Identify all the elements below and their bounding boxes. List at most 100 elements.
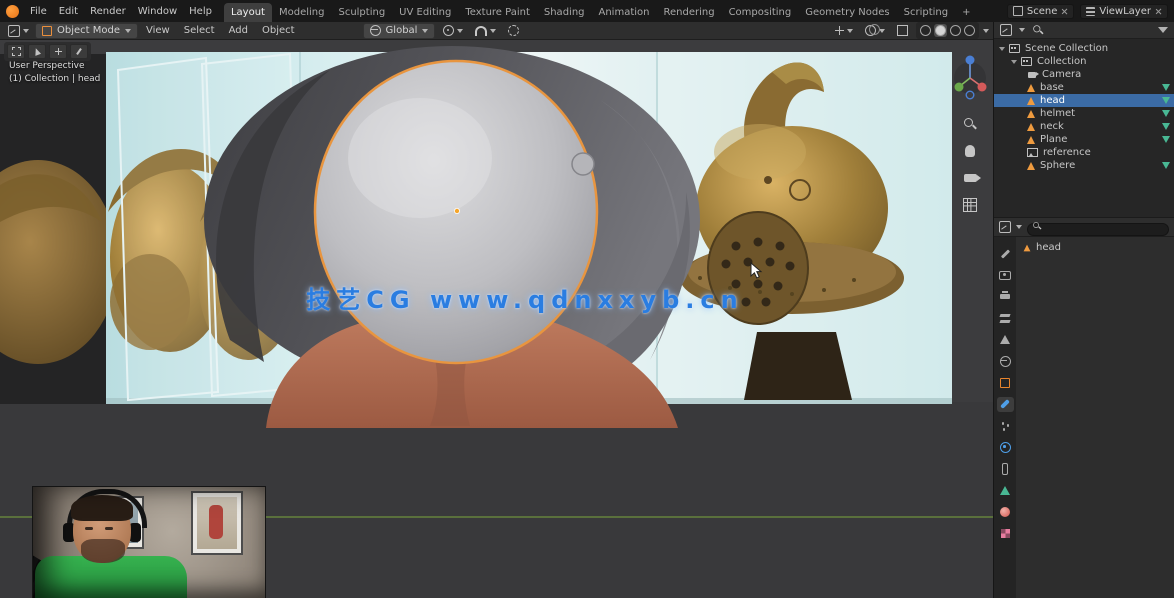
cursor-tool-button[interactable]	[28, 44, 46, 59]
xray-toggle-button[interactable]	[893, 24, 912, 37]
unlink-scene-icon[interactable]	[1061, 8, 1068, 15]
outliner-item-neck[interactable]: neck	[994, 120, 1174, 133]
outliner-item-scene-collection[interactable]: Scene Collection	[994, 42, 1174, 55]
properties-tab-modifiers[interactable]	[997, 397, 1014, 412]
pivot-point-button[interactable]	[439, 24, 467, 37]
outliner-search-icon[interactable]	[1033, 25, 1043, 35]
outliner: Scene Collection Collection Camera base …	[994, 39, 1174, 217]
rendered-shading-icon	[964, 25, 975, 36]
outliner-item-sphere[interactable]: Sphere	[994, 159, 1174, 172]
workspace-tab-scripting[interactable]: Scripting	[897, 3, 955, 22]
move-tool-button[interactable]	[49, 44, 67, 59]
disclosure-arrow-icon[interactable]	[999, 47, 1005, 51]
properties-tab-physics[interactable]	[997, 440, 1014, 455]
viewport-menu-add[interactable]: Add	[223, 23, 254, 38]
add-workspace-button[interactable]: +	[955, 3, 977, 22]
orientation-gizmo[interactable]	[953, 48, 987, 106]
properties-tab-object-data[interactable]	[997, 483, 1014, 498]
properties-tab-output[interactable]	[997, 289, 1014, 304]
properties-tab-scene[interactable]	[997, 332, 1014, 347]
outliner-item-camera[interactable]: Camera	[994, 68, 1174, 81]
zoom-button[interactable]	[961, 115, 979, 133]
outliner-item-collection[interactable]: Collection	[994, 55, 1174, 68]
box-select-tool-button[interactable]	[7, 44, 25, 59]
editor-type-button[interactable]	[4, 24, 33, 38]
properties-editor-icon[interactable]	[999, 221, 1011, 233]
menu-edit[interactable]: Edit	[53, 4, 84, 19]
viewport-menu-object[interactable]: Object	[256, 23, 301, 38]
workspace-tab-rendering[interactable]: Rendering	[656, 3, 721, 22]
view-layer-selector-label: ViewLayer	[1099, 6, 1151, 17]
outliner-item-reference[interactable]: reference	[994, 146, 1174, 159]
image-object-icon	[1027, 148, 1038, 157]
shading-options-chevron-icon[interactable]	[983, 29, 989, 33]
workspace-tab-texture-paint[interactable]: Texture Paint	[458, 3, 537, 22]
presenter-webcam	[33, 487, 265, 598]
tool-header	[4, 42, 91, 61]
rendered-shading-button[interactable]	[964, 25, 975, 36]
topbar-right: Scene ViewLayer	[1007, 4, 1168, 19]
material-sphere-icon	[1000, 507, 1010, 517]
workspace-tab-animation[interactable]: Animation	[592, 3, 657, 22]
properties-tab-render[interactable]	[997, 268, 1014, 283]
menu-window[interactable]: Window	[132, 4, 183, 19]
snap-toggle-button[interactable]	[471, 25, 500, 37]
blender-logo-icon[interactable]	[6, 5, 19, 18]
outliner-item-base[interactable]: base	[994, 81, 1174, 94]
workspace-tab-modeling[interactable]: Modeling	[272, 3, 332, 22]
workspace-tab-shading[interactable]: Shading	[537, 3, 592, 22]
properties-search-input[interactable]	[1027, 223, 1169, 236]
material-preview-button[interactable]	[950, 25, 961, 36]
filter-funnel-icon[interactable]	[1158, 27, 1168, 33]
workspace-tabs: Layout Modeling Sculpting UV Editing Tex…	[224, 0, 978, 22]
search-icon	[1033, 222, 1041, 230]
pan-button[interactable]	[961, 142, 979, 160]
annotate-tool-button[interactable]	[70, 44, 88, 59]
mesh-object-icon	[1027, 123, 1035, 131]
show-gizmo-button[interactable]	[831, 25, 857, 36]
viewport-menu-view[interactable]: View	[140, 23, 176, 38]
properties-tab-texture[interactable]	[997, 526, 1014, 541]
menu-file[interactable]: File	[24, 4, 53, 19]
view-layer-selector[interactable]: ViewLayer	[1080, 4, 1168, 19]
remove-view-layer-icon[interactable]	[1155, 8, 1162, 15]
solid-shading-button[interactable]	[934, 24, 947, 37]
properties-tab-object[interactable]	[997, 375, 1014, 390]
properties-tab-view-layer[interactable]	[997, 311, 1014, 326]
workspace-tab-sculpting[interactable]: Sculpting	[331, 3, 392, 22]
overlays-button[interactable]	[861, 24, 889, 37]
blender-window: File Edit Render Window Help Layout Mode…	[0, 0, 1174, 598]
box-select-icon	[12, 47, 21, 56]
outliner-item-label: Collection	[1037, 56, 1086, 67]
properties-tab-material[interactable]	[997, 504, 1014, 519]
toggle-perspective-button[interactable]	[961, 196, 979, 214]
disclosure-arrow-icon[interactable]	[1011, 60, 1017, 64]
mesh-data-icon	[1162, 110, 1170, 117]
properties-tab-particles[interactable]	[997, 418, 1014, 433]
chevron-down-icon[interactable]	[1016, 225, 1022, 229]
proportional-edit-button[interactable]	[504, 24, 523, 37]
mode-dropdown[interactable]: Object Mode	[35, 23, 138, 39]
workspace-tab-uv-editing[interactable]: UV Editing	[392, 3, 458, 22]
outliner-editor-icon[interactable]	[1000, 24, 1012, 36]
menu-help[interactable]: Help	[183, 4, 218, 19]
menu-render[interactable]: Render	[84, 4, 132, 19]
scene-selector[interactable]: Scene	[1007, 4, 1075, 19]
outliner-item-head-selected[interactable]: head	[994, 94, 1174, 107]
properties-tab-constraints[interactable]	[997, 461, 1014, 476]
properties-tab-tool[interactable]	[997, 246, 1014, 261]
properties-tab-world[interactable]	[997, 354, 1014, 369]
camera-view-button[interactable]	[961, 169, 979, 187]
3d-viewport[interactable]: User Perspective (1) Collection | head 技…	[0, 40, 993, 598]
chevron-down-icon[interactable]	[1019, 28, 1025, 32]
workspace-tab-geometry-nodes[interactable]: Geometry Nodes	[798, 3, 896, 22]
transform-orientation-dropdown[interactable]: Global	[363, 23, 436, 39]
outliner-item-helmet[interactable]: helmet	[994, 107, 1174, 120]
workspace-tab-layout[interactable]: Layout	[224, 3, 272, 22]
small-sphere-mesh[interactable]	[572, 153, 594, 175]
outliner-item-plane[interactable]: Plane	[994, 133, 1174, 146]
viewport-menu-select[interactable]: Select	[178, 23, 221, 38]
workspace-tab-compositing[interactable]: Compositing	[722, 3, 799, 22]
viewport-header: Object Mode View Select Add Object Globa…	[0, 22, 993, 40]
wireframe-shading-button[interactable]	[920, 25, 931, 36]
